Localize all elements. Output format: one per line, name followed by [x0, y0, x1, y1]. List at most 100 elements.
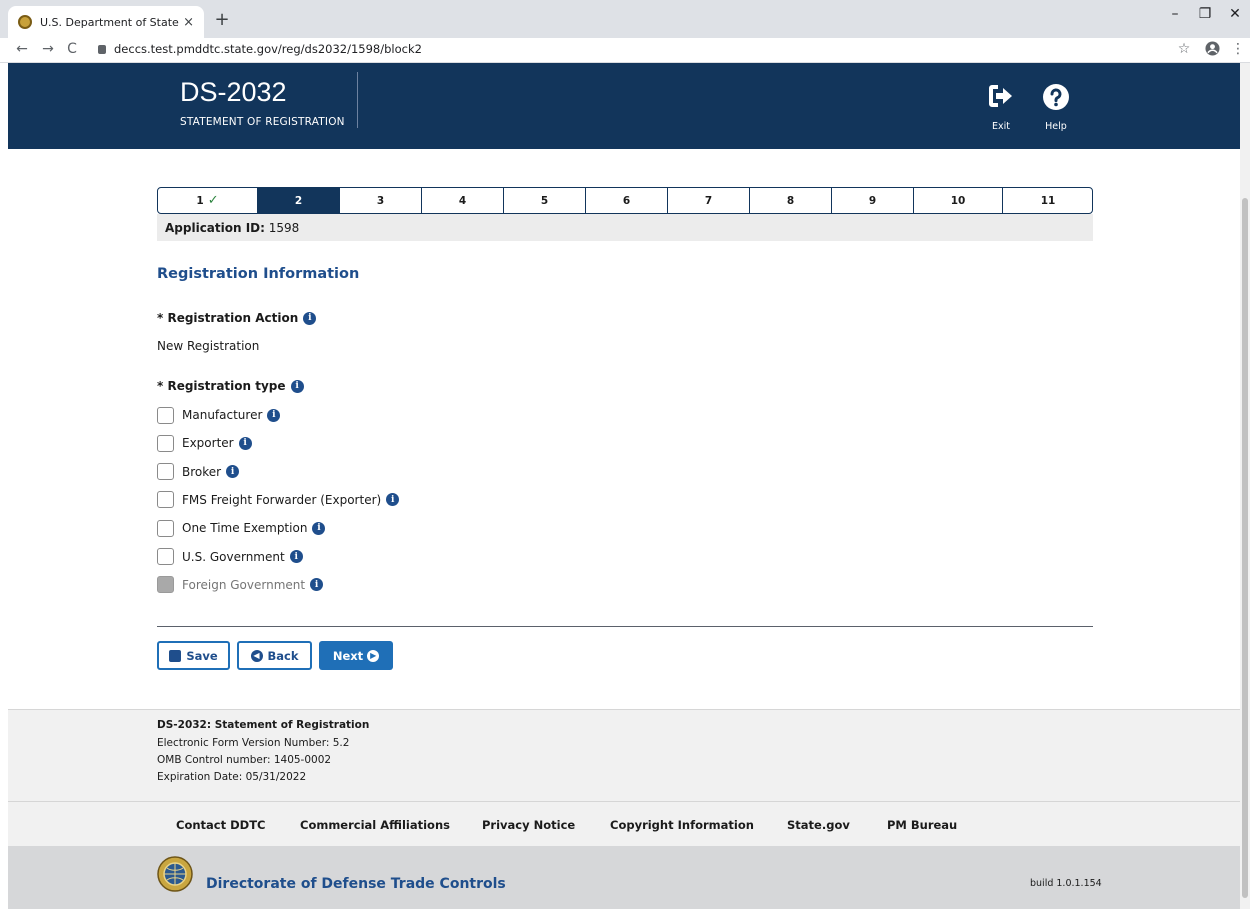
browser-tab[interactable]: U.S. Department of State Directo ×	[8, 6, 204, 38]
step-label: 7	[704, 194, 713, 207]
footer-link-affiliations[interactable]: Commercial Affiliations	[300, 818, 450, 832]
checkbox-exporter[interactable]	[157, 434, 174, 452]
header-divider	[357, 72, 358, 128]
footer-link-pm-bureau[interactable]: PM Bureau	[887, 818, 957, 832]
checkbox-label[interactable]: FMS Freight Forwarder (Exporter)	[182, 493, 381, 507]
back-arrow-icon[interactable]: ←	[12, 41, 32, 57]
next-button[interactable]: Next ▶	[319, 641, 393, 670]
checkbox-one-time-exemption[interactable]	[157, 519, 174, 537]
footer-link-copyright[interactable]: Copyright Information	[610, 818, 754, 832]
browser-menu-icon[interactable]: ⋮	[1228, 41, 1248, 57]
info-icon[interactable]: i	[310, 578, 324, 592]
checkbox-label[interactable]: One Time Exemption	[182, 521, 307, 535]
info-icon[interactable]: i	[267, 408, 281, 422]
step-1[interactable]: 1 ✓	[158, 188, 258, 213]
sign-out-icon	[983, 83, 1019, 113]
registration-action-label: * Registration Action i	[157, 311, 317, 325]
profile-icon[interactable]	[1202, 41, 1222, 60]
bookmark-star-icon[interactable]: ☆	[1174, 41, 1194, 57]
exit-label: Exit	[992, 121, 1010, 132]
checkbox-foreign-government	[157, 576, 174, 594]
option-manufacturer: Manufacturer i	[157, 406, 281, 424]
form-subtitle: STATEMENT OF REGISTRATION	[180, 116, 345, 128]
checkbox-broker[interactable]	[157, 463, 174, 481]
url-field[interactable]: deccs.test.pmddtc.state.gov/reg/ds2032/1…	[98, 42, 422, 56]
minimize-button[interactable]: –	[1160, 6, 1190, 22]
step-label: 10	[950, 194, 966, 207]
scrollbar-thumb[interactable]	[1242, 198, 1248, 898]
step-9[interactable]: 9	[832, 188, 914, 213]
footer-omb: OMB Control number: 1405-0002	[157, 754, 332, 766]
footer-bottom: Directorate of Defense Trade Controls bu…	[8, 846, 1240, 909]
checkbox-manufacturer[interactable]	[157, 406, 174, 424]
step-label: 6	[622, 194, 631, 207]
info-icon[interactable]: i	[386, 493, 400, 507]
info-icon[interactable]: i	[226, 465, 240, 479]
exit-button[interactable]: Exit	[983, 83, 1019, 132]
footer-form-info: DS-2032: Statement of Registration Elect…	[8, 709, 1240, 801]
step-label: 5	[540, 194, 549, 207]
footer-expiration: Expiration Date: 05/31/2022	[157, 771, 307, 783]
form-code: DS-2032	[180, 77, 287, 107]
info-icon[interactable]: i	[289, 550, 303, 563]
checkbox-label[interactable]: U.S. Government	[182, 550, 285, 564]
back-button[interactable]: ◀ Back	[237, 641, 312, 670]
ddtc-seal-icon	[157, 856, 193, 892]
step-label: 9	[868, 194, 877, 207]
forward-arrow-icon[interactable]: →	[38, 41, 58, 57]
step-label: 11	[1040, 194, 1056, 207]
application-id-value: 1598	[268, 221, 300, 235]
step-4[interactable]: 4	[422, 188, 504, 213]
step-label: 1	[196, 194, 204, 207]
tab-close-icon[interactable]: ×	[183, 15, 194, 30]
checkbox-label[interactable]: Broker	[182, 465, 221, 479]
info-icon[interactable]: i	[312, 521, 326, 535]
checkbox-label: Foreign Government	[182, 577, 306, 592]
step-7[interactable]: 7	[668, 188, 750, 213]
step-label: 2	[294, 194, 303, 207]
save-button-label: Save	[186, 648, 218, 663]
info-icon[interactable]: i	[238, 436, 252, 450]
step-2[interactable]: 2	[258, 188, 340, 213]
footer-link-state[interactable]: State.gov	[787, 818, 850, 832]
checkmark-icon: ✓	[207, 193, 219, 208]
option-fms-freight-forwarder-exporter: FMS Freight Forwarder (Exporter) i	[157, 491, 400, 509]
progress-stepper: 1 ✓ 2 3 4 5 6 7 8 9 10 11	[157, 187, 1093, 214]
chevron-right-circle-icon: ▶	[367, 649, 380, 662]
help-label: Help	[1045, 121, 1067, 132]
step-label: 8	[786, 194, 795, 207]
new-tab-button[interactable]: +	[210, 9, 234, 30]
option-broker: Broker i	[157, 463, 240, 481]
checkbox-label[interactable]: Exporter	[182, 436, 234, 450]
reload-icon[interactable]: C	[62, 41, 82, 57]
browser-tab-title: U.S. Department of State Directo	[40, 15, 180, 29]
step-11[interactable]: 11	[1003, 188, 1092, 213]
step-3[interactable]: 3	[340, 188, 422, 213]
info-icon[interactable]: i	[290, 379, 304, 393]
window-close-button[interactable]: ✕	[1220, 6, 1250, 22]
footer-form-title: DS-2032: Statement of Registration	[157, 719, 370, 731]
lock-icon	[98, 45, 106, 54]
step-10[interactable]: 10	[914, 188, 1003, 213]
footer-link-contact[interactable]: Contact DDTC	[176, 818, 265, 832]
save-button[interactable]: Save	[157, 641, 230, 670]
registration-type-label: * Registration type i	[157, 379, 304, 393]
step-5[interactable]: 5	[504, 188, 586, 213]
checkbox-label[interactable]: Manufacturer	[182, 408, 262, 422]
registration-type-label-text: * Registration type	[157, 379, 286, 393]
option-foreign-government: Foreign Government i	[157, 576, 324, 594]
checkbox-u-s-government[interactable]	[157, 548, 174, 565]
help-button[interactable]: Help	[1038, 83, 1074, 132]
org-name: Directorate of Defense Trade Controls	[206, 876, 506, 892]
registration-action-value: New Registration	[157, 339, 260, 353]
step-8[interactable]: 8	[750, 188, 832, 213]
footer-version: Electronic Form Version Number: 5.2	[157, 737, 350, 749]
chevron-left-circle-icon: ◀	[250, 649, 263, 662]
footer-link-privacy[interactable]: Privacy Notice	[482, 818, 575, 832]
info-icon[interactable]: i	[303, 311, 317, 325]
checkbox-fms-freight-forwarder-exporter[interactable]	[157, 491, 174, 509]
site-header: DS-2032 STATEMENT OF REGISTRATION Exit H…	[8, 63, 1240, 149]
maximize-button[interactable]: ❐	[1190, 6, 1220, 22]
step-6[interactable]: 6	[586, 188, 668, 213]
application-id-label: Application ID:	[165, 221, 265, 235]
